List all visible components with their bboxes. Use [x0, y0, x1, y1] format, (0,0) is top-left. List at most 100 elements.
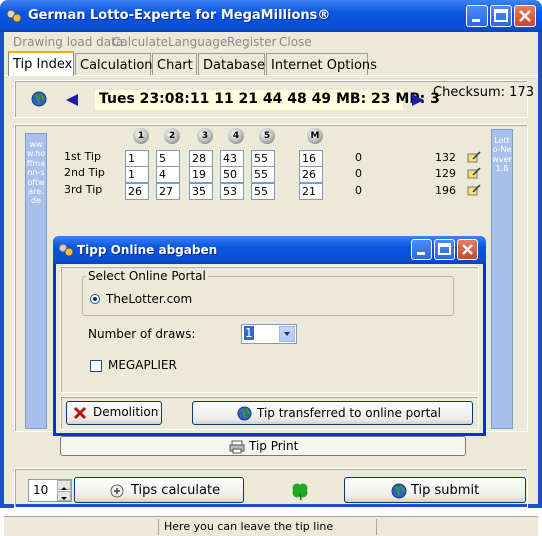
right-strip-text: Lotto-Newver 1.8: [492, 136, 512, 174]
tip-sum-value: 129: [435, 167, 456, 180]
arrow-right-icon[interactable]: [411, 93, 425, 107]
tab-label: Chart: [157, 58, 193, 73]
demolition-button[interactable]: Demolition: [66, 401, 162, 425]
status-divider: [376, 519, 377, 535]
draw-result-box: Tues 23:08:11 11 21 44 48 49 MB: 23 MP: …: [95, 90, 440, 110]
menu-register[interactable]: Register: [227, 35, 276, 49]
spinner-up-button[interactable]: [57, 480, 71, 490]
globe-icon: [237, 406, 252, 421]
edit-tip-icon[interactable]: [467, 184, 481, 196]
status-bar: Here you can leave the tip line: [4, 516, 538, 536]
tip-sum-value: 196: [435, 184, 456, 197]
minimize-button[interactable]: [466, 5, 488, 27]
status-divider: [158, 519, 159, 535]
tip-number-cell[interactable]: 35: [189, 183, 213, 200]
menu-calculate[interactable]: Calculate: [112, 35, 168, 49]
tip-number-cell[interactable]: 26: [125, 183, 149, 200]
portal-radio[interactable]: [90, 294, 100, 304]
tab-calculation[interactable]: Calculation: [75, 53, 153, 76]
title-bar[interactable]: German Lotto-Experte for MegaMillions®: [0, 0, 542, 32]
tip-number-cell[interactable]: 1: [125, 166, 149, 183]
tip-sum-value: 132: [435, 151, 456, 164]
latest-draw-bar: Tues 23:08:11 11 21 44 48 49 MB: 23 MP: …: [14, 80, 534, 118]
tip-row-label: 2nd Tip: [64, 166, 105, 179]
printer-icon: [229, 440, 245, 454]
left-strip-text: www.hoffmann-software.de: [26, 140, 46, 206]
globe-icon: [391, 483, 407, 499]
dialog-minimize-button[interactable]: [411, 239, 432, 260]
dialog-close-button[interactable]: [457, 239, 478, 260]
maximize-icon: [438, 243, 451, 255]
tip-number-cell[interactable]: 50: [220, 166, 244, 183]
portal-group-label: Select Online Portal: [86, 269, 208, 283]
dialog-title-bar[interactable]: Tipp Online abgaben: [53, 236, 486, 264]
tip-number-cell[interactable]: 5: [156, 150, 180, 167]
edit-tip-icon[interactable]: [467, 167, 481, 179]
edit-tip-icon[interactable]: [467, 151, 481, 163]
tips-calculate-button[interactable]: Tips calculate: [74, 477, 244, 503]
tips-count-spinner[interactable]: 10: [28, 479, 72, 502]
transfer-tip-button[interactable]: Tip transferred to online portal: [192, 401, 473, 425]
megaplier-label: MEGAPLIER: [108, 358, 177, 372]
tip-mega-cell[interactable]: 26: [299, 166, 323, 183]
tab-tip-index[interactable]: Tip Index: [8, 51, 74, 76]
dialog-title: Tipp Online abgaben: [77, 243, 218, 257]
tab-database[interactable]: Database: [198, 53, 265, 76]
clover-icon: [292, 483, 308, 501]
draws-select-value: 1: [244, 326, 254, 340]
chevron-down-icon: [284, 332, 290, 336]
calculator-icon: [110, 484, 124, 498]
tip-number-cell[interactable]: 43: [220, 150, 244, 167]
tip-mega-cell[interactable]: 21: [299, 183, 323, 200]
tip-number-cell[interactable]: 55: [251, 183, 275, 200]
minimize-icon: [417, 252, 425, 255]
tip-number-cell[interactable]: 4: [156, 166, 180, 183]
dialog-maximize-button[interactable]: [434, 239, 455, 260]
globe-icon[interactable]: [31, 91, 47, 107]
left-vertical-strip: www.hoffmann-software.de: [25, 133, 47, 429]
chevron-down-icon: [61, 497, 67, 500]
tips-count-value: 10: [33, 483, 49, 497]
tab-divider: [4, 75, 538, 76]
tip-submit-label: Tip submit: [411, 483, 480, 498]
tip-number-cell[interactable]: 55: [251, 150, 275, 167]
arrow-left-icon[interactable]: [65, 93, 79, 107]
tips-calculate-label: Tips calculate: [131, 483, 221, 498]
tip-number-cell[interactable]: 27: [156, 183, 180, 200]
tip-print-button[interactable]: Tip Print: [60, 436, 466, 456]
client-area: Drawing load data Calculate Language Reg…: [4, 32, 538, 536]
transfer-tip-label: Tip transferred to online portal: [257, 406, 441, 420]
megaplier-checkbox[interactable]: [90, 360, 102, 372]
tip-submit-button[interactable]: Tip submit: [344, 477, 526, 503]
right-vertical-strip: Lotto-Newver 1.8: [491, 129, 513, 429]
close-button[interactable]: [514, 5, 536, 27]
demolition-label: Demolition: [93, 405, 159, 419]
draws-dropdown-button[interactable]: [279, 326, 295, 342]
tip-number-cell[interactable]: 28: [189, 150, 213, 167]
draws-label: Number of draws:: [88, 327, 196, 341]
tab-internet-options[interactable]: Internet Options: [266, 53, 377, 76]
tip-mega-cell[interactable]: 16: [299, 150, 323, 167]
portal-name[interactable]: TheLotter.com: [106, 292, 192, 306]
menu-drawing-load-data[interactable]: Drawing load data: [13, 35, 123, 49]
radio-selected-dot: [93, 297, 97, 301]
tip-number-cell[interactable]: 53: [220, 183, 244, 200]
column-ball-2: 2: [164, 128, 180, 144]
tip-row-label: 1st Tip: [64, 150, 101, 163]
draws-select[interactable]: 1: [241, 324, 297, 344]
column-ball-1: 1: [133, 128, 149, 144]
draw-result-text: Tues 23:08:11 11 21 44 48 49 MB: 23 MP: …: [99, 91, 440, 107]
menu-language[interactable]: Language: [168, 35, 227, 49]
tip-number-cell[interactable]: 55: [251, 166, 275, 183]
minimize-icon: [472, 19, 480, 22]
tab-chart[interactable]: Chart: [152, 53, 197, 76]
tip-number-cell[interactable]: 19: [189, 166, 213, 183]
red-x-icon: [73, 406, 87, 420]
maximize-button[interactable]: [490, 5, 512, 27]
tip-number-cell[interactable]: 1: [125, 150, 149, 167]
lotto-app-icon: [58, 243, 74, 257]
menu-close[interactable]: Close: [279, 35, 312, 49]
close-icon: [519, 10, 531, 22]
spinner-down-button[interactable]: [57, 491, 71, 501]
main-window: German Lotto-Experte for MegaMillions® D…: [0, 0, 542, 536]
